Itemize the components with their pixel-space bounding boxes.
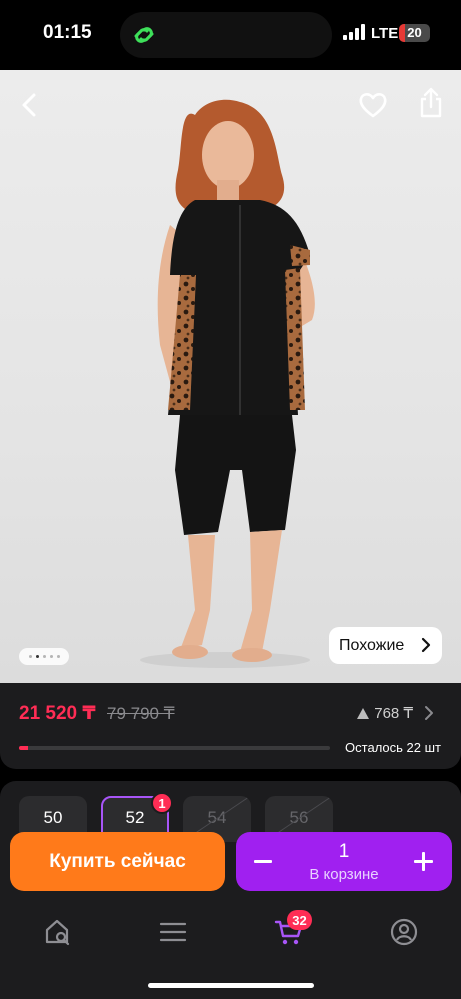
battery-percent: 20 — [407, 25, 422, 40]
chevron-right-icon — [421, 637, 431, 653]
gallery-dot — [35, 655, 39, 658]
similar-label: Похожие — [339, 636, 405, 654]
similar-products-button[interactable]: Похожие — [329, 627, 442, 664]
chevron-right-icon[interactable] — [424, 705, 434, 721]
gallery-pagination — [19, 648, 69, 665]
share-icon — [420, 87, 442, 118]
price-card: 21 520 ₸ 79 790 ₸ 768 ₸ Осталось 22 шт — [0, 683, 461, 769]
signal-icon — [343, 24, 365, 40]
stock-remaining: Осталось 22 шт — [345, 740, 441, 755]
status-time: 01:15 — [43, 22, 92, 43]
heart-icon — [359, 93, 387, 118]
buy-now-button[interactable]: Купить сейчас — [10, 832, 225, 891]
back-button[interactable] — [12, 87, 48, 123]
gallery-dot — [49, 655, 53, 658]
favorite-button[interactable] — [355, 87, 391, 123]
gallery-dot — [42, 655, 46, 658]
price-change-value: 768 ₸ — [374, 705, 413, 722]
size-cart-count-badge: 1 — [151, 792, 173, 814]
menu-icon[interactable] — [158, 917, 188, 947]
home-indicator — [148, 983, 314, 988]
gallery-dot — [56, 655, 60, 658]
network-type: LTE — [371, 25, 399, 42]
link-app-icon — [134, 27, 154, 43]
back-arrow-icon — [22, 93, 36, 117]
stock-progress-bar — [19, 746, 330, 750]
dynamic-island — [120, 12, 332, 58]
triangle-up-icon — [357, 708, 370, 719]
profile-icon[interactable] — [389, 917, 419, 947]
product-photo — [140, 99, 315, 668]
current-price: 21 520 ₸ — [19, 703, 96, 724]
stock-progress-fill — [19, 746, 29, 750]
share-button[interactable] — [413, 85, 449, 121]
product-image-gallery[interactable]: Похожие — [0, 70, 461, 683]
cart-count-badge: 32 — [287, 910, 312, 930]
price-history-button[interactable]: 768 ₸ — [357, 704, 413, 722]
cart-stepper: 1 В корзине — [236, 832, 452, 891]
gallery-dot — [28, 655, 32, 658]
increase-quantity-button[interactable] — [414, 852, 433, 871]
home-search-icon[interactable] — [43, 917, 73, 947]
old-price: 79 790 ₸ — [107, 704, 175, 723]
status-bar: 01:15 LTE 20 — [0, 0, 461, 70]
battery-icon: 20 — [399, 24, 430, 42]
